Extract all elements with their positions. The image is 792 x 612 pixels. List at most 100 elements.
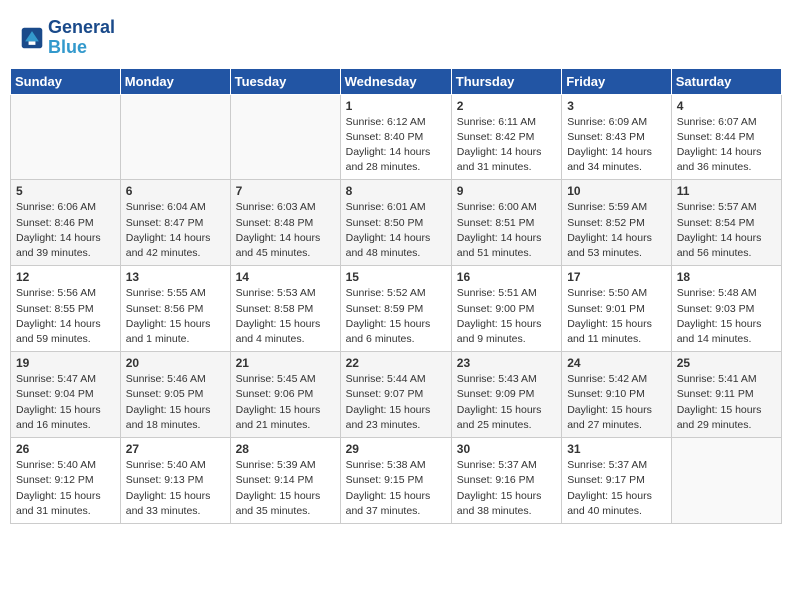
calendar-cell: 14Sunrise: 5:53 AMSunset: 8:58 PMDayligh…	[230, 266, 340, 352]
weekday-header-friday: Friday	[562, 68, 672, 94]
cell-content: Sunrise: 5:43 AMSunset: 9:09 PMDaylight:…	[457, 372, 556, 433]
day-number: 12	[16, 270, 115, 284]
day-number: 7	[236, 184, 335, 198]
day-number: 27	[126, 442, 225, 456]
day-number: 11	[677, 184, 776, 198]
cell-content: Sunrise: 5:57 AMSunset: 8:54 PMDaylight:…	[677, 200, 776, 261]
calendar-week-3: 12 Sunrise: 5:56 AMSunset: 8:55 PMDayligh…	[11, 266, 782, 352]
day-number: 14	[236, 270, 335, 284]
calendar-cell: 18 Sunrise: 5:48 AMSunset: 9:03 PMDayligh…	[671, 266, 781, 352]
calendar-cell: 5 Sunrise: 6:06 AMSunset: 8:46 PMDaylight…	[11, 180, 121, 266]
calendar-cell: 11 Sunrise: 5:57 AMSunset: 8:54 PMDayligh…	[671, 180, 781, 266]
cell-content: Sunrise: 6:12 AMSunset: 8:40 PMDaylight:…	[346, 115, 446, 176]
calendar-cell: 27 Sunrise: 5:40 AMSunset: 9:13 PMDayligh…	[120, 438, 230, 524]
calendar-cell: 12 Sunrise: 5:56 AMSunset: 8:55 PMDayligh…	[11, 266, 121, 352]
cell-content: Sunrise: 6:09 AMSunset: 8:43 PMDaylight:…	[567, 115, 666, 176]
cell-content: Sunrise: 5:40 AMSunset: 9:12 PMDaylight:…	[16, 458, 115, 519]
calendar-cell: 24Sunrise: 5:42 AMSunset: 9:10 PMDayligh…	[562, 352, 672, 438]
cell-content: Sunrise: 6:11 AMSunset: 8:42 PMDaylight:…	[457, 115, 556, 176]
cell-content: Sunrise: 5:42 AMSunset: 9:10 PMDaylight:…	[567, 372, 666, 433]
cell-content: Sunrise: 5:40 AMSunset: 9:13 PMDaylight:…	[126, 458, 225, 519]
calendar-cell: 31 Sunrise: 5:37 AMSunset: 9:17 PMDayligh…	[562, 438, 672, 524]
cell-content: Sunrise: 5:51 AMSunset: 9:00 PMDaylight:…	[457, 286, 556, 347]
day-number: 16	[457, 270, 556, 284]
day-number: 9	[457, 184, 556, 198]
day-number: 1	[346, 99, 446, 113]
logo: General Blue	[20, 18, 115, 58]
cell-content: Sunrise: 5:44 AMSunset: 9:07 PMDaylight:…	[346, 372, 446, 433]
day-number: 4	[677, 99, 776, 113]
calendar-cell: 19Sunrise: 5:47 AMSunset: 9:04 PMDayligh…	[11, 352, 121, 438]
calendar-cell: 25 Sunrise: 5:41 AMSunset: 9:11 PMDayligh…	[671, 352, 781, 438]
cell-content: Sunrise: 6:06 AMSunset: 8:46 PMDaylight:…	[16, 200, 115, 261]
day-number: 10	[567, 184, 666, 198]
day-number: 13	[126, 270, 225, 284]
calendar-cell: 21Sunrise: 5:45 AMSunset: 9:06 PMDayligh…	[230, 352, 340, 438]
calendar-cell	[11, 94, 121, 180]
day-number: 22	[346, 356, 446, 370]
calendar-cell: 26Sunrise: 5:40 AMSunset: 9:12 PMDayligh…	[11, 438, 121, 524]
calendar-cell: 9 Sunrise: 6:00 AMSunset: 8:51 PMDaylight…	[451, 180, 561, 266]
day-number: 3	[567, 99, 666, 113]
cell-content: Sunrise: 5:52 AMSunset: 8:59 PMDaylight:…	[346, 286, 446, 347]
day-number: 18	[677, 270, 776, 284]
cell-content: Sunrise: 6:07 AMSunset: 8:44 PMDaylight:…	[677, 115, 776, 176]
day-number: 6	[126, 184, 225, 198]
calendar-table: SundayMondayTuesdayWednesdayThursdayFrid…	[10, 68, 782, 524]
page-header: General Blue	[10, 10, 782, 62]
calendar-cell: 1 Sunrise: 6:12 AMSunset: 8:40 PMDaylight…	[340, 94, 451, 180]
day-number: 28	[236, 442, 335, 456]
cell-content: Sunrise: 6:00 AMSunset: 8:51 PMDaylight:…	[457, 200, 556, 261]
day-number: 20	[126, 356, 225, 370]
cell-content: Sunrise: 5:56 AMSunset: 8:55 PMDaylight:…	[16, 286, 115, 347]
cell-content: Sunrise: 5:50 AMSunset: 9:01 PMDaylight:…	[567, 286, 666, 347]
logo-icon	[20, 26, 44, 50]
day-number: 29	[346, 442, 446, 456]
cell-content: Sunrise: 5:45 AMSunset: 9:06 PMDaylight:…	[236, 372, 335, 433]
calendar-cell: 29Sunrise: 5:38 AMSunset: 9:15 PMDayligh…	[340, 438, 451, 524]
weekday-header-tuesday: Tuesday	[230, 68, 340, 94]
calendar-cell: 15 Sunrise: 5:52 AMSunset: 8:59 PMDayligh…	[340, 266, 451, 352]
cell-content: Sunrise: 5:55 AMSunset: 8:56 PMDaylight:…	[126, 286, 225, 347]
calendar-cell: 28 Sunrise: 5:39 AMSunset: 9:14 PMDayligh…	[230, 438, 340, 524]
cell-content: Sunrise: 5:41 AMSunset: 9:11 PMDaylight:…	[677, 372, 776, 433]
cell-content: Sunrise: 5:37 AMSunset: 9:17 PMDaylight:…	[567, 458, 666, 519]
calendar-cell: 6 Sunrise: 6:04 AMSunset: 8:47 PMDaylight…	[120, 180, 230, 266]
calendar-cell: 20 Sunrise: 5:46 AMSunset: 9:05 PMDayligh…	[120, 352, 230, 438]
weekday-header-saturday: Saturday	[671, 68, 781, 94]
calendar-cell: 8 Sunrise: 6:01 AMSunset: 8:50 PMDaylight…	[340, 180, 451, 266]
calendar-cell: 16 Sunrise: 5:51 AMSunset: 9:00 PMDayligh…	[451, 266, 561, 352]
calendar-cell: 3 Sunrise: 6:09 AMSunset: 8:43 PMDaylight…	[562, 94, 672, 180]
calendar-week-2: 5 Sunrise: 6:06 AMSunset: 8:46 PMDaylight…	[11, 180, 782, 266]
day-number: 23	[457, 356, 556, 370]
cell-content: Sunrise: 5:48 AMSunset: 9:03 PMDaylight:…	[677, 286, 776, 347]
day-number: 17	[567, 270, 666, 284]
calendar-cell: 2Sunrise: 6:11 AMSunset: 8:42 PMDaylight…	[451, 94, 561, 180]
calendar-week-1: 1 Sunrise: 6:12 AMSunset: 8:40 PMDaylight…	[11, 94, 782, 180]
day-number: 15	[346, 270, 446, 284]
cell-content: Sunrise: 6:01 AMSunset: 8:50 PMDaylight:…	[346, 200, 446, 261]
day-number: 25	[677, 356, 776, 370]
calendar-cell: 13 Sunrise: 5:55 AMSunset: 8:56 PMDayligh…	[120, 266, 230, 352]
cell-content: Sunrise: 6:04 AMSunset: 8:47 PMDaylight:…	[126, 200, 225, 261]
cell-content: Sunrise: 5:59 AMSunset: 8:52 PMDaylight:…	[567, 200, 666, 261]
day-number: 31	[567, 442, 666, 456]
cell-content: Sunrise: 5:47 AMSunset: 9:04 PMDaylight:…	[16, 372, 115, 433]
day-number: 8	[346, 184, 446, 198]
weekday-header-monday: Monday	[120, 68, 230, 94]
calendar-cell: 23 Sunrise: 5:43 AMSunset: 9:09 PMDayligh…	[451, 352, 561, 438]
cell-content: Sunrise: 5:46 AMSunset: 9:05 PMDaylight:…	[126, 372, 225, 433]
logo-text: General Blue	[48, 18, 115, 58]
weekday-header-sunday: Sunday	[11, 68, 121, 94]
calendar-cell: 10 Sunrise: 5:59 AMSunset: 8:52 PMDayligh…	[562, 180, 672, 266]
calendar-week-5: 26Sunrise: 5:40 AMSunset: 9:12 PMDayligh…	[11, 438, 782, 524]
weekday-header-wednesday: Wednesday	[340, 68, 451, 94]
calendar-cell: 22 Sunrise: 5:44 AMSunset: 9:07 PMDayligh…	[340, 352, 451, 438]
calendar-cell: 17 Sunrise: 5:50 AMSunset: 9:01 PMDayligh…	[562, 266, 672, 352]
calendar-cell: 7Sunrise: 6:03 AMSunset: 8:48 PMDaylight…	[230, 180, 340, 266]
cell-content: Sunrise: 5:37 AMSunset: 9:16 PMDaylight:…	[457, 458, 556, 519]
cell-content: Sunrise: 5:39 AMSunset: 9:14 PMDaylight:…	[236, 458, 335, 519]
day-number: 5	[16, 184, 115, 198]
day-number: 30	[457, 442, 556, 456]
calendar-cell	[671, 438, 781, 524]
